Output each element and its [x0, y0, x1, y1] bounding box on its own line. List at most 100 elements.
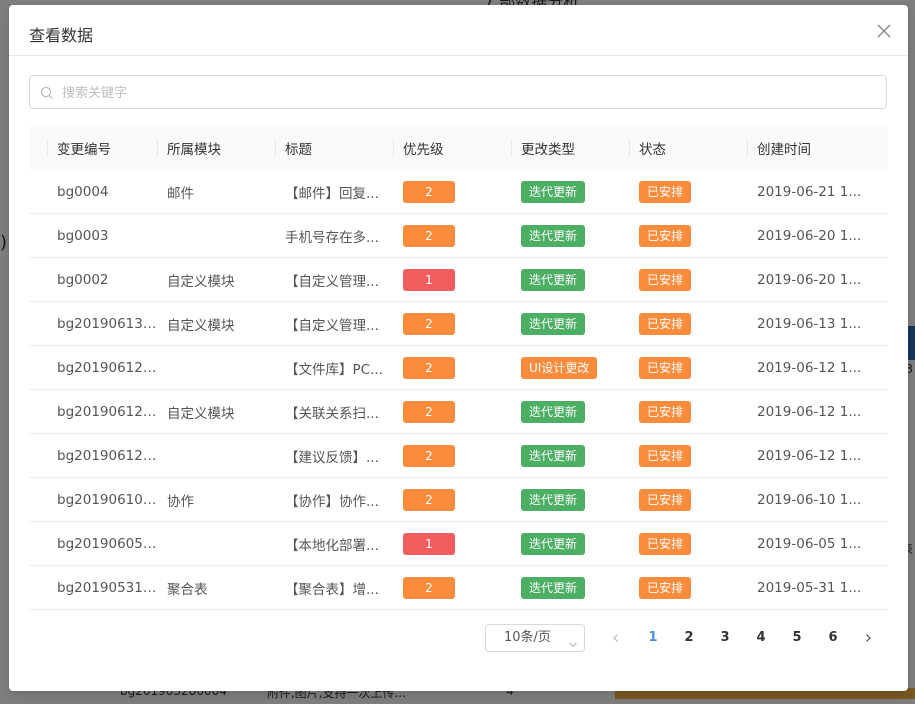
cell-type: 迭代更新: [511, 213, 629, 258]
priority-badge: 2: [403, 576, 455, 599]
column-header[interactable]: 优先级: [393, 126, 511, 170]
column-header[interactable]: 更改类型: [511, 126, 629, 170]
table-row[interactable]: bg201906130... 自定义模块 【自定义管理... 2 迭代更新 已安排 2019…: [29, 301, 888, 346]
modal-title: 查看数据: [29, 26, 94, 45]
cell-priority: 2: [393, 565, 511, 610]
cell-status: 已安排: [629, 257, 747, 302]
cell-id: bg0003: [29, 213, 157, 258]
priority-badge: 2: [403, 224, 455, 247]
cell-module: 聚合表: [157, 565, 275, 610]
status-badge: 已安排: [639, 268, 692, 291]
close-icon[interactable]: [876, 23, 892, 39]
table-row[interactable]: bg0004 邮件 【邮件】回复... 2 迭代更新 已安排 2019-06-21 1...: [29, 170, 888, 214]
table-row[interactable]: bg201906120... 【文件库】PC... 2 UI设计更改 已安排 2019-0…: [29, 345, 888, 390]
status-badge: 已安排: [639, 532, 692, 555]
cell-priority: 2: [393, 477, 511, 522]
page-6[interactable]: 6: [815, 624, 851, 652]
cell-module: [157, 433, 275, 478]
cell-created: 2019-06-12 1...: [747, 389, 888, 434]
cell-id: bg201906130...: [29, 301, 157, 346]
column-header[interactable]: 变更编号: [29, 126, 157, 170]
status-badge: 已安排: [639, 180, 692, 203]
cell-module: [157, 345, 275, 390]
table-row[interactable]: bg201905310... 聚合表 【聚合表】增... 2 迭代更新 已安排 2019-0…: [29, 565, 888, 610]
cell-type: UI设计更改: [511, 345, 629, 390]
table-row[interactable]: bg201906120... 【建议反馈】... 2 迭代更新 已安排 2019-06-1…: [29, 433, 888, 478]
cell-created: 2019-06-21 1...: [747, 170, 888, 214]
cell-created: 2019-06-20 1...: [747, 213, 888, 258]
page-1[interactable]: 1: [635, 624, 671, 652]
cell-priority: 2: [393, 170, 511, 214]
cell-status: 已安排: [629, 213, 747, 258]
type-badge: 迭代更新: [521, 576, 586, 599]
cell-status: 已安排: [629, 345, 747, 390]
page-4[interactable]: 4: [743, 624, 779, 652]
type-badge: 迭代更新: [521, 444, 586, 467]
column-header[interactable]: 所属模块: [157, 126, 275, 170]
page-size-select[interactable]: 10条/页: [485, 624, 585, 652]
type-badge: 迭代更新: [521, 180, 586, 203]
cell-created: 2019-06-13 1...: [747, 301, 888, 346]
cell-module: [157, 521, 275, 566]
status-badge: 已安排: [639, 576, 692, 599]
table-row[interactable]: bg201906120... 自定义模块 【关联关系扫... 2 迭代更新 已安排 2019…: [29, 389, 888, 434]
prev-page-button[interactable]: [607, 624, 625, 652]
page-3[interactable]: 3: [707, 624, 743, 652]
priority-badge: 2: [403, 488, 455, 511]
type-badge: 迭代更新: [521, 532, 586, 555]
cell-type: 迭代更新: [511, 521, 629, 566]
cell-status: 已安排: [629, 565, 747, 610]
type-badge: UI设计更改: [521, 356, 598, 379]
cell-status: 已安排: [629, 170, 747, 214]
cell-created: 2019-06-12 1...: [747, 345, 888, 390]
cell-status: 已安排: [629, 433, 747, 478]
cell-priority: 2: [393, 433, 511, 478]
view-data-modal: 查看数据 变更编号 所属模块 标题 优先级 更改类型 状态 创建时间 bg00: [9, 5, 908, 691]
table-row[interactable]: bg201906050... 【本地化部署... 1 迭代更新 已安排 2019-06-0…: [29, 521, 888, 566]
page-2[interactable]: 2: [671, 624, 707, 652]
modal-header: 查看数据: [9, 5, 908, 56]
cell-module: 自定义模块: [157, 257, 275, 302]
search-input[interactable]: [60, 76, 874, 110]
cell-status: 已安排: [629, 301, 747, 346]
cell-id: bg201905310...: [29, 565, 157, 610]
cell-type: 迭代更新: [511, 477, 629, 522]
status-badge: 已安排: [639, 488, 692, 511]
chevron-down-icon: [568, 634, 578, 660]
table-row[interactable]: bg0002 自定义模块 【自定义管理... 1 迭代更新 已安排 2019-06-20 1…: [29, 257, 888, 302]
type-badge: 迭代更新: [521, 488, 586, 511]
cell-created: 2019-06-20 1...: [747, 257, 888, 302]
cell-type: 迭代更新: [511, 257, 629, 302]
cell-title: 【文件库】PC...: [275, 345, 393, 390]
cell-status: 已安排: [629, 521, 747, 566]
priority-badge: 2: [403, 356, 455, 379]
column-header[interactable]: 状态: [629, 126, 747, 170]
table-header-row: 变更编号 所属模块 标题 优先级 更改类型 状态 创建时间: [29, 126, 888, 170]
search-field[interactable]: [29, 75, 887, 110]
type-badge: 迭代更新: [521, 268, 586, 291]
status-badge: 已安排: [639, 312, 692, 335]
column-header[interactable]: 创建时间: [747, 126, 888, 170]
table-row[interactable]: bg0003 手机号存在多... 2 迭代更新 已安排 2019-06-20 1...: [29, 213, 888, 258]
cell-priority: 2: [393, 301, 511, 346]
cell-created: 2019-06-05 1...: [747, 521, 888, 566]
priority-badge: 2: [403, 444, 455, 467]
status-badge: 已安排: [639, 356, 692, 379]
page-size-value: 10条/页: [504, 630, 551, 645]
cell-created: 2019-06-12 1...: [747, 433, 888, 478]
cell-type: 迭代更新: [511, 301, 629, 346]
cell-id: bg0002: [29, 257, 157, 302]
status-badge: 已安排: [639, 400, 692, 423]
cell-status: 已安排: [629, 477, 747, 522]
cell-title: 【自定义管理...: [275, 301, 393, 346]
table-row[interactable]: bg201906100... 协作 【协作】协作... 2 迭代更新 已安排 2019-06…: [29, 477, 888, 522]
cell-id: bg201906050...: [29, 521, 157, 566]
next-page-button[interactable]: [859, 624, 877, 652]
priority-badge: 2: [403, 400, 455, 423]
page-5[interactable]: 5: [779, 624, 815, 652]
cell-module: 邮件: [157, 170, 275, 214]
priority-badge: 2: [403, 312, 455, 335]
column-header[interactable]: 标题: [275, 126, 393, 170]
pagination: 10条/页 1 2 3 4 5 6: [485, 624, 877, 652]
cell-id: bg201906120...: [29, 389, 157, 434]
